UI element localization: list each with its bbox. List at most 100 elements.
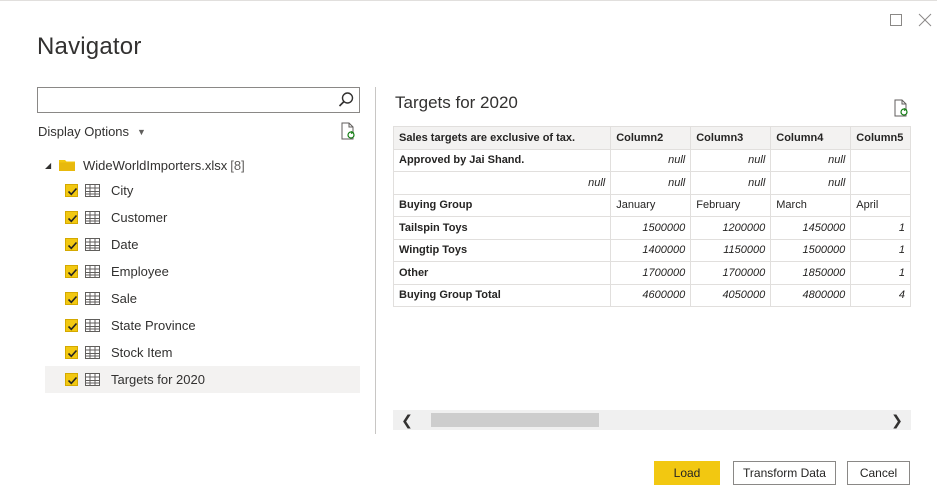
table-cell: 1 xyxy=(850,238,911,262)
table-cell: 1850000 xyxy=(770,261,852,285)
table-cell: March xyxy=(770,193,852,217)
transform-data-button[interactable]: Transform Data xyxy=(733,461,836,485)
table-cell: 1450000 xyxy=(770,216,852,240)
column-header[interactable]: Sales targets are exclusive of tax. xyxy=(393,126,612,150)
table-cell: null xyxy=(770,148,852,172)
preview-grid: Sales targets are exclusive of tax. Colum… xyxy=(393,126,911,409)
tree-item[interactable]: Customer xyxy=(45,204,360,231)
display-options-label: Display Options xyxy=(38,124,130,139)
table-cell: Approved by Jai Shand. xyxy=(393,148,612,172)
table-cell: February xyxy=(690,193,772,217)
tree-item[interactable]: Employee xyxy=(45,258,360,285)
tree-item[interactable]: Sale xyxy=(45,285,360,312)
chevron-down-icon: ▼ xyxy=(137,126,146,137)
tree-item-label: Stock Item xyxy=(111,345,173,360)
cancel-button[interactable]: Cancel xyxy=(847,461,910,485)
tree-root-workbook[interactable]: ◢ WideWorldImporters.xlsx [8] xyxy=(45,153,360,177)
table-cell: Wingtip Toys xyxy=(393,238,612,262)
scroll-right-icon[interactable]: ❯ xyxy=(887,411,907,429)
table-cell xyxy=(850,148,911,172)
checkmark-icon xyxy=(67,349,78,358)
table-cell: Tailspin Toys xyxy=(393,216,612,240)
checkmark-icon xyxy=(67,241,78,250)
folder-icon xyxy=(59,160,75,171)
table-cell: null xyxy=(393,171,612,195)
table-row: Other 1700000 1700000 1850000 1 xyxy=(393,261,911,285)
table-cell: 1200000 xyxy=(690,216,772,240)
column-header[interactable]: Column4 xyxy=(770,126,852,150)
table-icon xyxy=(85,292,100,305)
table-icon xyxy=(85,373,100,386)
checkbox[interactable] xyxy=(65,319,78,332)
checkmark-icon xyxy=(67,322,78,331)
display-options-dropdown[interactable]: Display Options ▼ xyxy=(38,124,146,139)
table-icon xyxy=(85,184,100,197)
table-cell: null xyxy=(610,148,692,172)
refresh-icon[interactable] xyxy=(340,122,356,140)
table-icon xyxy=(85,346,100,359)
tree-item[interactable]: City xyxy=(45,177,360,204)
tree-item-label: Sale xyxy=(111,291,138,306)
table-cell: 4050000 xyxy=(690,283,772,307)
checkbox[interactable] xyxy=(65,346,78,359)
load-button[interactable]: Load xyxy=(654,461,720,485)
maximize-icon xyxy=(890,14,902,26)
tree-root-count: [8] xyxy=(230,157,245,173)
table-cell: 1500000 xyxy=(770,238,852,262)
table-cell: 1500000 xyxy=(610,216,692,240)
scrollbar-thumb[interactable] xyxy=(431,413,599,427)
expand-arrow-icon[interactable]: ◢ xyxy=(45,161,53,170)
table-row: Tailspin Toys 1500000 1200000 1450000 1 xyxy=(393,216,911,240)
table-icon xyxy=(85,265,100,278)
checkbox[interactable] xyxy=(65,238,78,251)
maximize-button[interactable] xyxy=(887,11,905,29)
table-cell: 1400000 xyxy=(610,238,692,262)
checkbox[interactable] xyxy=(65,292,78,305)
tree-item[interactable]: Date xyxy=(45,231,360,258)
table-cell xyxy=(850,171,911,195)
tree-item-label: City xyxy=(111,183,134,198)
tree-root-label: WideWorldImporters.xlsx xyxy=(83,157,228,173)
horizontal-scrollbar[interactable]: ❮ ❯ xyxy=(393,410,911,430)
refresh-preview-icon[interactable] xyxy=(893,99,909,117)
tree-item[interactable]: Targets for 2020 xyxy=(45,366,360,393)
tree-item[interactable]: Stock Item xyxy=(45,339,360,366)
search-icon[interactable] xyxy=(337,91,355,109)
table-cell: 4800000 xyxy=(770,283,852,307)
table-cell: 1700000 xyxy=(690,261,772,285)
column-header[interactable]: Column3 xyxy=(690,126,772,150)
table-icon xyxy=(85,211,100,224)
close-icon xyxy=(918,13,932,27)
tree-item-label: State Province xyxy=(111,318,196,333)
checkmark-icon xyxy=(67,187,78,196)
pane-divider xyxy=(375,87,376,434)
table-icon xyxy=(85,238,100,251)
checkmark-icon xyxy=(67,268,78,277)
checkbox[interactable] xyxy=(65,373,78,386)
checkbox[interactable] xyxy=(65,211,78,224)
table-cell: 1 xyxy=(850,216,911,240)
table-cell: 4 xyxy=(850,283,911,307)
tree-item[interactable]: State Province xyxy=(45,312,360,339)
scroll-left-icon[interactable]: ❮ xyxy=(397,411,417,429)
preview-title: Targets for 2020 xyxy=(395,93,518,112)
table-cell: Other xyxy=(393,261,612,285)
checkbox[interactable] xyxy=(65,265,78,278)
checkmark-icon xyxy=(67,295,78,304)
table-row: null null null null xyxy=(393,171,911,195)
table-cell: 1 xyxy=(850,261,911,285)
column-header[interactable]: Column5 xyxy=(850,126,911,150)
tree-item-label: Customer xyxy=(111,210,168,225)
close-button[interactable] xyxy=(916,11,934,29)
preview-table: Sales targets are exclusive of tax. Colum… xyxy=(393,126,911,307)
table-row: Buying Group January February March April xyxy=(393,193,911,217)
search-input[interactable] xyxy=(38,88,328,112)
navigator-window: Navigator Display Options ▼ ◢ WideWorldI… xyxy=(0,0,937,501)
checkbox[interactable] xyxy=(65,184,78,197)
checkmark-icon xyxy=(67,376,78,385)
column-header[interactable]: Column2 xyxy=(610,126,692,150)
table-row: Approved by Jai Shand. null null null xyxy=(393,148,911,172)
table-cell: null xyxy=(610,171,692,195)
table-cell: 1150000 xyxy=(690,238,772,262)
table-cell: 4600000 xyxy=(610,283,692,307)
